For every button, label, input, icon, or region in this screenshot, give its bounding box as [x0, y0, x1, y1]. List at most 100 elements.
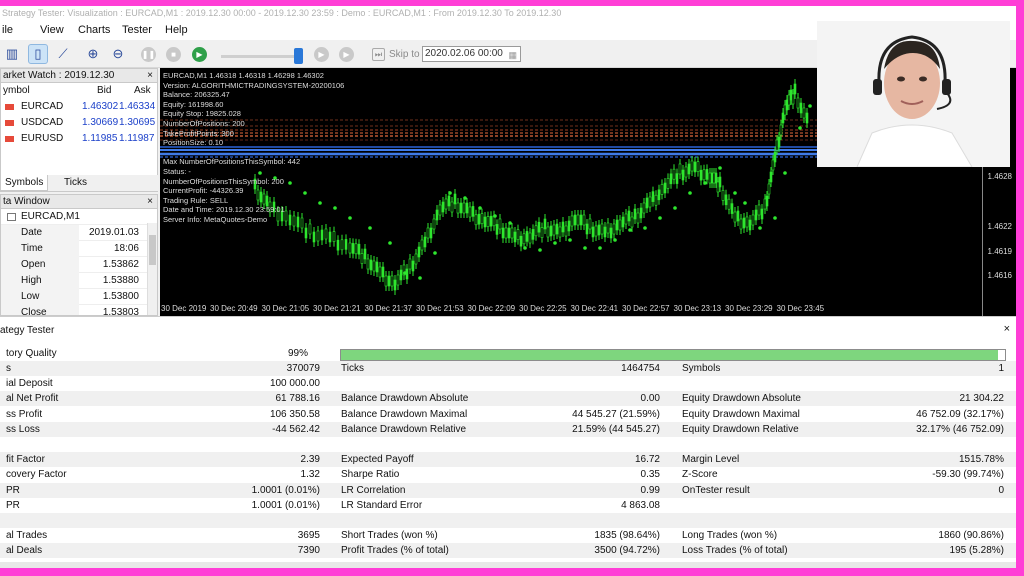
time-label: 30 Dec 21:21: [313, 304, 361, 313]
market-watch-row[interactable]: USDCAD 1.30669 1.30695: [1, 115, 157, 131]
candle-body: [558, 226, 562, 238]
data-window-row: Close 1.53803: [1, 305, 157, 315]
pause-button[interactable]: ❚❚: [141, 47, 156, 62]
report-value: 7390: [297, 545, 320, 557]
collapse-icon[interactable]: [7, 213, 16, 221]
sar-dot: [628, 228, 632, 232]
tab-ticks[interactable]: Ticks: [60, 175, 91, 191]
sar-dot: [348, 216, 352, 220]
skip-to-date-value: 2020.02.06 00:00: [425, 48, 503, 59]
stop-button[interactable]: ■: [166, 47, 181, 62]
candle-body: [675, 173, 679, 184]
data-window-row: Low 1.53800: [1, 289, 157, 305]
candlestick-icon[interactable]: ▯: [28, 44, 48, 64]
column-symbol[interactable]: ymbol: [3, 83, 30, 99]
candle-body: [387, 275, 391, 287]
report-value: 100 000.00: [269, 378, 320, 390]
candle-body: [450, 201, 454, 213]
ea-info-line: NumberOfPositionsThisSymbol: 200: [163, 176, 284, 186]
label: Open: [21, 259, 46, 270]
data-window-scrollbar[interactable]: [147, 223, 157, 315]
candle-body: [645, 197, 649, 209]
report-row: PR 1.0001 (0.01%) LR Standard Error 4 863.0…: [0, 498, 1016, 513]
quality-label: tory Quality: [6, 348, 57, 359]
skip-to-date-input[interactable]: 2020.02.06 00:00 ▦: [422, 46, 521, 62]
quality-value: 99%: [288, 348, 309, 359]
market-watch-row[interactable]: EURUSD 1.11985 1.11987: [1, 131, 157, 147]
column-ask[interactable]: Ask: [134, 83, 151, 99]
speed-slider-track[interactable]: [221, 55, 303, 58]
candle-body: [733, 211, 737, 223]
column-bid[interactable]: Bid: [97, 83, 111, 99]
step-forward-button[interactable]: ▶: [314, 47, 329, 62]
sar-dot: [598, 246, 602, 250]
time-label: 30 Dec 23:45: [776, 304, 825, 313]
close-icon[interactable]: ×: [1004, 323, 1010, 335]
candle-body: [757, 204, 761, 216]
sar-dot: [773, 216, 777, 220]
candle-body: [702, 169, 706, 181]
sar-dot: [568, 238, 572, 242]
play-button[interactable]: ▶: [192, 47, 207, 62]
report-label: covery Factor: [6, 469, 67, 481]
candle-body: [396, 274, 400, 286]
value: 18:06: [113, 243, 139, 254]
candle-body: [718, 176, 722, 188]
zoom-in-icon[interactable]: ⊕: [83, 44, 103, 64]
sar-dot: [553, 241, 557, 245]
candle-body: [423, 236, 427, 248]
menu-file[interactable]: ile: [2, 24, 13, 36]
quality-bar: [340, 349, 1006, 361]
sar-dot: [523, 246, 527, 250]
speed-slider-thumb[interactable]: [294, 48, 303, 64]
candle-body: [773, 151, 777, 163]
report-label: Balance Drawdown Maximal: [341, 408, 468, 420]
candle-body: [615, 219, 619, 231]
candle-body: [769, 171, 773, 183]
skip-to-icon[interactable]: ⏭: [372, 48, 385, 61]
menu-view[interactable]: View: [40, 24, 64, 36]
sar-dot: [673, 206, 677, 210]
close-icon[interactable]: ×: [147, 69, 153, 82]
candle-body: [336, 239, 340, 251]
report-row: s 370079 Ticks 1464754 Symbols 1: [0, 361, 1016, 376]
candle-body: [672, 168, 676, 180]
line-chart-icon[interactable]: ⟋: [53, 44, 73, 64]
value: 1.53862: [102, 259, 139, 270]
candle-body: [791, 93, 795, 105]
value: 1.53880: [102, 275, 139, 286]
sar-dot: [783, 171, 787, 175]
close-icon[interactable]: ×: [147, 195, 153, 208]
candle-body: [378, 266, 382, 278]
time-label: 30 Dec 2019: [161, 304, 207, 313]
candle-body: [486, 216, 490, 227]
terminal-window: Strategy Tester: Visualization : EURCAD,…: [0, 6, 1016, 568]
menu-help[interactable]: Help: [165, 24, 188, 36]
sar-dot: [613, 238, 617, 242]
bid: 1.11985: [82, 133, 118, 144]
sar-dot: [433, 251, 437, 255]
candle-body: [429, 227, 433, 239]
report-row: ss Loss -44 562.42 Balance Drawdown Relati…: [0, 421, 1016, 437]
report-label: al Deals: [6, 545, 43, 557]
tab-symbols[interactable]: Symbols: [0, 175, 49, 191]
report-label: Equity Drawdown Maximal: [682, 408, 800, 420]
calendar-icon[interactable]: ▦: [508, 48, 517, 62]
bottom-tabs-strip: [0, 562, 1016, 568]
price-label: 1.4616: [987, 271, 1012, 280]
data-window-symbol: EURCAD,M1: [21, 211, 80, 222]
candle-body: [510, 227, 514, 239]
skip-end-button[interactable]: ▶: [339, 47, 354, 62]
sar-dot: [718, 166, 722, 170]
candle-body: [495, 224, 499, 235]
menu-charts[interactable]: Charts: [78, 24, 110, 36]
market-watch-row[interactable]: EURCAD 1.46302 1.46334: [1, 99, 157, 115]
report-row: covery Factor 1.32 Sharpe Ratio 0.35 Z-Score…: [0, 467, 1016, 482]
menu-tester[interactable]: Tester: [122, 24, 152, 36]
candle-body: [705, 169, 709, 180]
candle-body: [648, 196, 652, 208]
time-label: 30 Dec 20:49: [210, 304, 258, 313]
bar-chart-icon[interactable]: ▥: [2, 44, 22, 64]
zoom-out-icon[interactable]: ⊖: [108, 44, 128, 64]
candle-body: [344, 239, 348, 250]
